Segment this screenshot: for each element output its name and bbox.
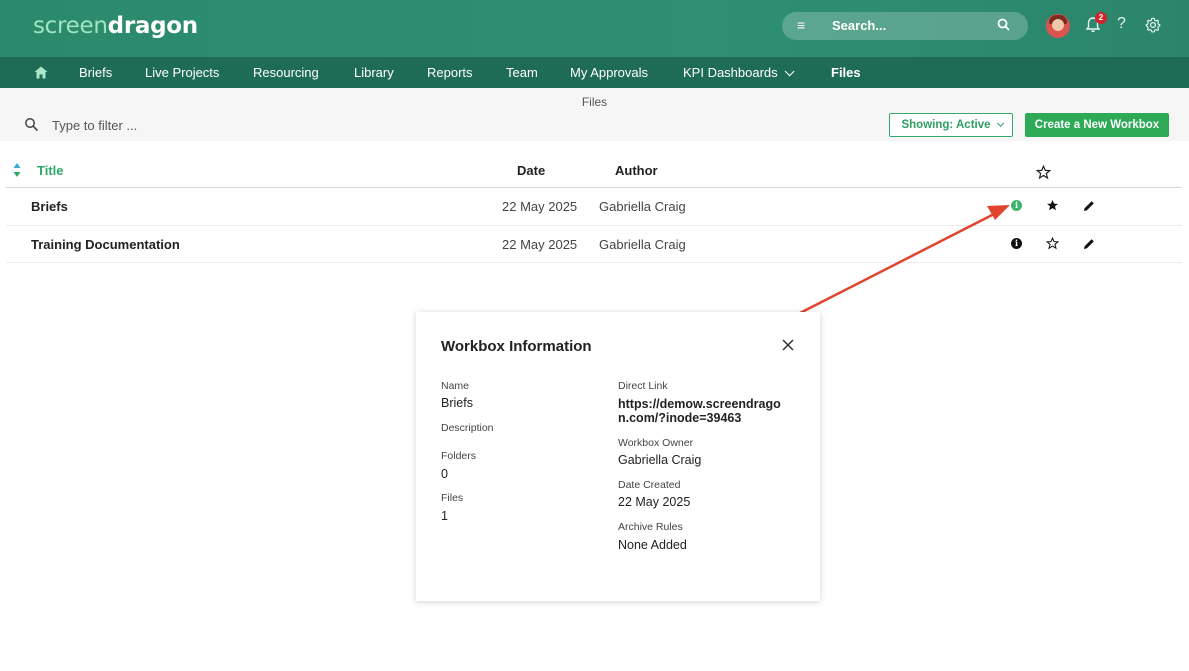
nav-team[interactable]: Team <box>506 65 538 80</box>
logo-text-part2: dragon <box>107 13 198 39</box>
gear-icon[interactable] <box>1145 17 1161 33</box>
notification-badge: 2 <box>1095 12 1107 24</box>
star-filled-icon[interactable] <box>1046 199 1059 212</box>
showing-filter-label: Showing: Active <box>901 119 991 131</box>
nav-live-projects[interactable]: Live Projects <box>145 65 219 80</box>
description-label: Description <box>441 422 494 434</box>
name-label: Name <box>441 380 470 392</box>
avatar-face <box>1052 19 1064 31</box>
logo-text-part1: screen <box>33 13 108 39</box>
main-nav: Briefs Live Projects Resourcing Library … <box>0 57 1189 88</box>
nav-files[interactable]: Files <box>831 65 861 80</box>
nav-resourcing[interactable]: Resourcing <box>253 65 319 80</box>
menu-icon[interactable]: ≡ <box>797 17 805 33</box>
row-date: 22 May 2025 <box>502 199 578 214</box>
nav-kpi-label: KPI Dashboards <box>683 65 778 80</box>
page-title: Files <box>581 95 608 109</box>
column-header-author[interactable]: Author <box>615 163 658 178</box>
owner-value: Gabriella Craig <box>618 453 702 467</box>
row-title[interactable]: Briefs <box>31 199 68 214</box>
folders-label: Folders <box>441 450 477 462</box>
search-icon <box>25 118 39 132</box>
direct-link-line2: n.com/?inode=39463 <box>618 411 742 425</box>
archive-rules-label: Archive Rules <box>618 521 683 533</box>
nav-briefs[interactable]: Briefs <box>79 65 112 80</box>
workbox-info-modal: Workbox Information Name Briefs Descript… <box>416 312 820 601</box>
folders-value: 0 <box>441 467 448 481</box>
top-header: screendragon ≡ Search... 2 ? <box>0 0 1189 57</box>
info-icon[interactable]: i <box>1011 200 1022 211</box>
pencil-icon[interactable] <box>1083 238 1095 250</box>
column-header-date[interactable]: Date <box>517 163 545 178</box>
files-value: 1 <box>441 509 448 523</box>
row-title[interactable]: Training Documentation <box>31 237 180 252</box>
column-header-title[interactable]: Title <box>37 163 64 178</box>
files-label: Files <box>441 492 464 504</box>
row-author: Gabriella Craig <box>599 237 686 252</box>
direct-link-line1: https://demow.screendrago <box>618 397 781 411</box>
name-value: Briefs <box>441 396 473 410</box>
close-icon[interactable] <box>782 339 794 351</box>
sort-icon[interactable] <box>12 162 22 178</box>
modal-title: Workbox Information <box>441 338 592 355</box>
date-created-label: Date Created <box>618 479 681 491</box>
showing-filter-dropdown[interactable]: Showing: Active <box>889 113 1013 137</box>
direct-link-label: Direct Link <box>618 380 668 392</box>
direct-link-value[interactable]: https://demow.screendrago n.com/?inode=3… <box>618 397 793 425</box>
pencil-icon[interactable] <box>1083 200 1095 212</box>
info-icon[interactable]: i <box>1011 238 1022 249</box>
toolbar: Files Showing: Active Create a New Workb… <box>0 88 1189 141</box>
chevron-down-icon <box>996 119 1004 127</box>
row-divider <box>6 262 1182 263</box>
row-divider <box>6 225 1182 226</box>
date-created-value: 22 May 2025 <box>618 495 691 509</box>
nav-my-approvals[interactable]: My Approvals <box>570 65 648 80</box>
star-outline-icon[interactable] <box>1036 165 1051 180</box>
create-workbox-button[interactable]: Create a New Workbox <box>1025 113 1169 137</box>
row-author: Gabriella Craig <box>599 199 686 214</box>
chevron-down-icon <box>784 66 795 77</box>
filter-input[interactable] <box>52 116 352 134</box>
screendragon-logo[interactable]: screendragon <box>33 13 198 39</box>
nav-kpi-dashboards[interactable]: KPI Dashboards <box>683 65 795 80</box>
row-date: 22 May 2025 <box>502 237 578 252</box>
help-icon[interactable]: ? <box>1117 15 1126 33</box>
nav-reports[interactable]: Reports <box>427 65 473 80</box>
search-icon[interactable] <box>996 17 1012 33</box>
nav-library[interactable]: Library <box>354 65 394 80</box>
search-input[interactable]: Search... <box>832 18 886 33</box>
user-avatar[interactable] <box>1046 14 1070 38</box>
star-outline-icon[interactable] <box>1046 237 1059 250</box>
global-search[interactable]: ≡ Search... <box>782 12 1028 40</box>
archive-rules-value: None Added <box>618 538 687 552</box>
owner-label: Workbox Owner <box>618 437 694 449</box>
header-divider <box>6 187 1182 188</box>
home-icon[interactable] <box>34 66 48 79</box>
